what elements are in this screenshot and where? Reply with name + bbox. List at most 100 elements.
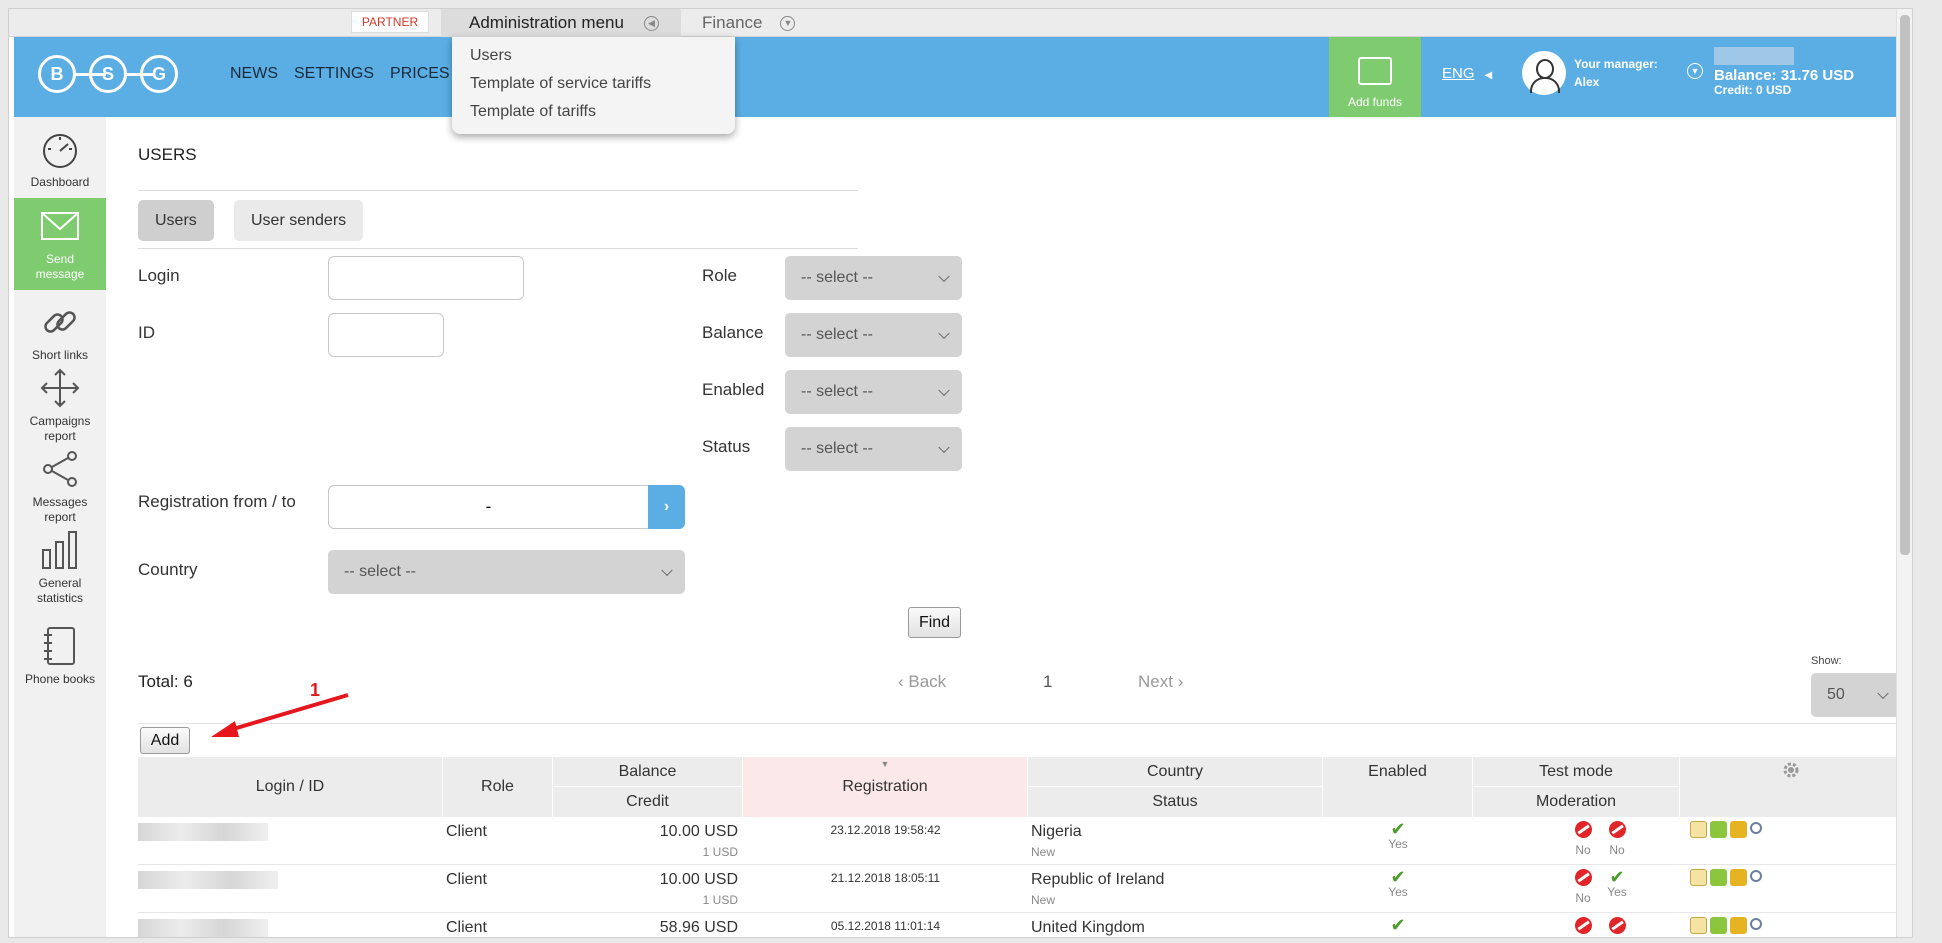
col-balance[interactable]: Balance: [553, 757, 743, 787]
enabled-cell: ✔: [1323, 915, 1473, 935]
admin-dropdown-menu: Users Template of service tariffs Templa…: [452, 37, 735, 134]
sidebar-item-phone-books[interactable]: Phone books: [14, 614, 106, 695]
key-icon[interactable]: [1750, 870, 1762, 882]
col-country[interactable]: Country: [1028, 757, 1323, 787]
show-label: Show:: [1811, 655, 1842, 667]
country-select[interactable]: -- select --: [328, 550, 685, 594]
chevron-down-icon: [938, 327, 950, 340]
pager-current-page[interactable]: 1: [1043, 672, 1052, 692]
chevron-down-icon: [938, 441, 950, 454]
main-content: USERS Users User senders Login ID Role -…: [118, 117, 1908, 937]
login-blurred: [138, 871, 278, 889]
dashboard-icon: [40, 129, 80, 169]
no-icon: [1574, 869, 1592, 886]
balance-select[interactable]: -- select --: [785, 313, 962, 357]
col-role[interactable]: Role: [443, 757, 553, 817]
annotation-number: 1: [310, 680, 321, 700]
page-size-select[interactable]: 50: [1811, 673, 1901, 717]
col-registration[interactable]: ▼ Registration: [743, 757, 1028, 817]
app-header: B S G NEWS SETTINGS PRICES Add funds ENG…: [14, 37, 1909, 117]
row-actions: [1690, 869, 1762, 886]
chevron-down-icon: [661, 564, 673, 577]
moderation-cell: [1602, 917, 1632, 937]
pager-next[interactable]: Next ›: [1138, 672, 1183, 692]
col-credit[interactable]: Credit: [553, 787, 743, 817]
enabled-select[interactable]: -- select --: [785, 370, 962, 414]
divider: [138, 190, 858, 191]
table-row[interactable]: Client 10.00 USD 1 USD 23.12.2018 19:58:…: [138, 817, 1903, 865]
add-funds-button[interactable]: Add funds: [1329, 37, 1421, 117]
col-moderation[interactable]: Moderation: [1473, 787, 1680, 817]
partner-badge[interactable]: PARTNER: [351, 11, 429, 33]
scrollbar-thumb[interactable]: [1900, 15, 1910, 555]
notebook-icon: [40, 626, 80, 666]
browser-window: PARTNER Administration menu ◀ Finance ▼ …: [8, 8, 1913, 938]
edit-icon[interactable]: [1690, 917, 1707, 934]
date-range-chevron-right-icon[interactable]: ›: [648, 485, 685, 529]
menu-item-service-tariffs[interactable]: Template of service tariffs: [452, 71, 735, 99]
find-button[interactable]: Find: [908, 607, 961, 638]
sidebar-item-dashboard[interactable]: Dashboard: [14, 117, 106, 198]
finance-menu-button[interactable]: Finance ▼: [702, 9, 796, 37]
sidebar-item-messages-report[interactable]: Messages report: [14, 451, 106, 533]
edit-icon[interactable]: [1690, 821, 1707, 838]
sidebar-item-campaigns-report[interactable]: Campaigns report: [14, 368, 106, 452]
col-enabled[interactable]: Enabled: [1323, 757, 1473, 817]
id-input[interactable]: [328, 313, 444, 357]
enabled-cell: ✔ Yes: [1323, 820, 1473, 851]
nav-settings[interactable]: SETTINGS: [294, 65, 374, 83]
menu-item-users[interactable]: Users: [452, 43, 735, 71]
balance-label: Balance: [702, 323, 764, 342]
no-icon: [1608, 821, 1626, 838]
no-icon: [1608, 917, 1626, 934]
edit-icon[interactable]: [1690, 869, 1707, 886]
chevron-down-icon: ▼: [780, 15, 796, 31]
sidebar-item-send-message[interactable]: Send message: [14, 198, 106, 290]
login-input[interactable]: [328, 256, 524, 300]
admin-menu-button[interactable]: Administration menu ◀: [441, 9, 681, 37]
test-mode-cell: No: [1568, 821, 1598, 857]
registration-label: Registration from / to: [138, 492, 296, 511]
table-row[interactable]: Client 58.96 USD 05.12.2018 11:01:14 Uni…: [138, 913, 1903, 937]
table-settings[interactable]: [1680, 757, 1903, 817]
sidebar-item-general-statistics[interactable]: General statistics: [14, 531, 106, 614]
money-bag-icon[interactable]: [1710, 821, 1727, 838]
sidebar: Dashboard Send message Short links Campa…: [14, 117, 106, 937]
registration-date-range[interactable]: -: [328, 485, 685, 529]
pager-back[interactable]: ‹ Back: [898, 672, 946, 692]
col-test-mode[interactable]: Test mode: [1473, 757, 1680, 787]
balance-info: Balance: 31.76 USD Credit: 0 USD: [1714, 47, 1854, 97]
money-bag-icon[interactable]: [1710, 869, 1727, 886]
row-actions: [1690, 821, 1762, 838]
col-status[interactable]: Status: [1028, 787, 1323, 817]
bsg-logo[interactable]: B S G: [38, 51, 178, 97]
tariff-icon[interactable]: [1730, 821, 1747, 838]
tab-user-senders[interactable]: User senders: [234, 200, 364, 241]
moderation-cell: ✔ Yes: [1602, 868, 1632, 899]
key-icon[interactable]: [1750, 918, 1762, 930]
menu-item-tariffs[interactable]: Template of tariffs: [452, 99, 735, 127]
tariff-icon[interactable]: [1730, 869, 1747, 886]
tab-users[interactable]: Users: [138, 200, 214, 241]
vertical-scrollbar[interactable]: [1896, 9, 1912, 937]
manager-info: Your manager: Alex: [1574, 57, 1658, 89]
manager-avatar: [1522, 51, 1566, 95]
role-select[interactable]: -- select --: [785, 256, 962, 300]
move-icon: [40, 368, 80, 408]
table-row[interactable]: Client 10.00 USD 1 USD 21.12.2018 18:05:…: [138, 865, 1903, 913]
nav-prices[interactable]: PRICES: [390, 65, 450, 83]
enabled-label: Enabled: [702, 380, 765, 399]
balance-chevron-icon[interactable]: ▼: [1687, 63, 1703, 79]
money-bag-icon[interactable]: [1710, 917, 1727, 934]
sort-desc-icon: ▼: [880, 759, 890, 769]
status-select[interactable]: -- select --: [785, 427, 962, 471]
nav-news[interactable]: NEWS: [230, 65, 278, 83]
sidebar-item-short-links[interactable]: Short links: [14, 290, 106, 371]
key-icon[interactable]: [1750, 822, 1762, 834]
language-selector[interactable]: ENG ◀: [1442, 65, 1492, 82]
col-login-id[interactable]: Login / ID: [138, 757, 443, 817]
annotation-arrow: [211, 693, 349, 737]
login-blurred: [138, 919, 268, 937]
tariff-icon[interactable]: [1730, 917, 1747, 934]
check-icon: ✔: [1390, 915, 1406, 935]
